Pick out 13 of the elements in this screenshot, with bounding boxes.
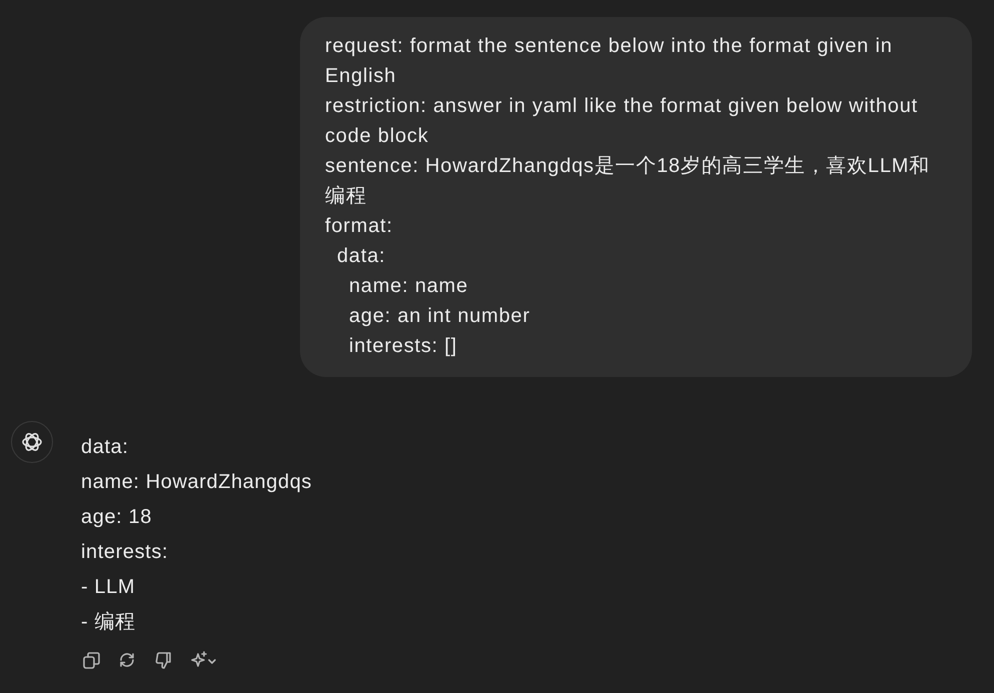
message-line: name: name — [349, 274, 470, 299]
response-line: interests: — [81, 540, 170, 565]
response-line: data: — [81, 435, 130, 460]
message-line: format: — [325, 214, 394, 239]
response-line: - 编程 — [81, 610, 137, 635]
response-line: name: HowardZhangdqs — [81, 470, 312, 495]
message-line: age: an int number — [349, 304, 532, 329]
response-line: - LLM — [81, 575, 136, 600]
message-line: interests: [] — [349, 334, 458, 359]
copy-button[interactable] — [81, 650, 103, 672]
knot-logo-icon — [20, 430, 44, 454]
message-line: data: — [337, 244, 386, 269]
response-line: age: 18 — [81, 505, 153, 530]
